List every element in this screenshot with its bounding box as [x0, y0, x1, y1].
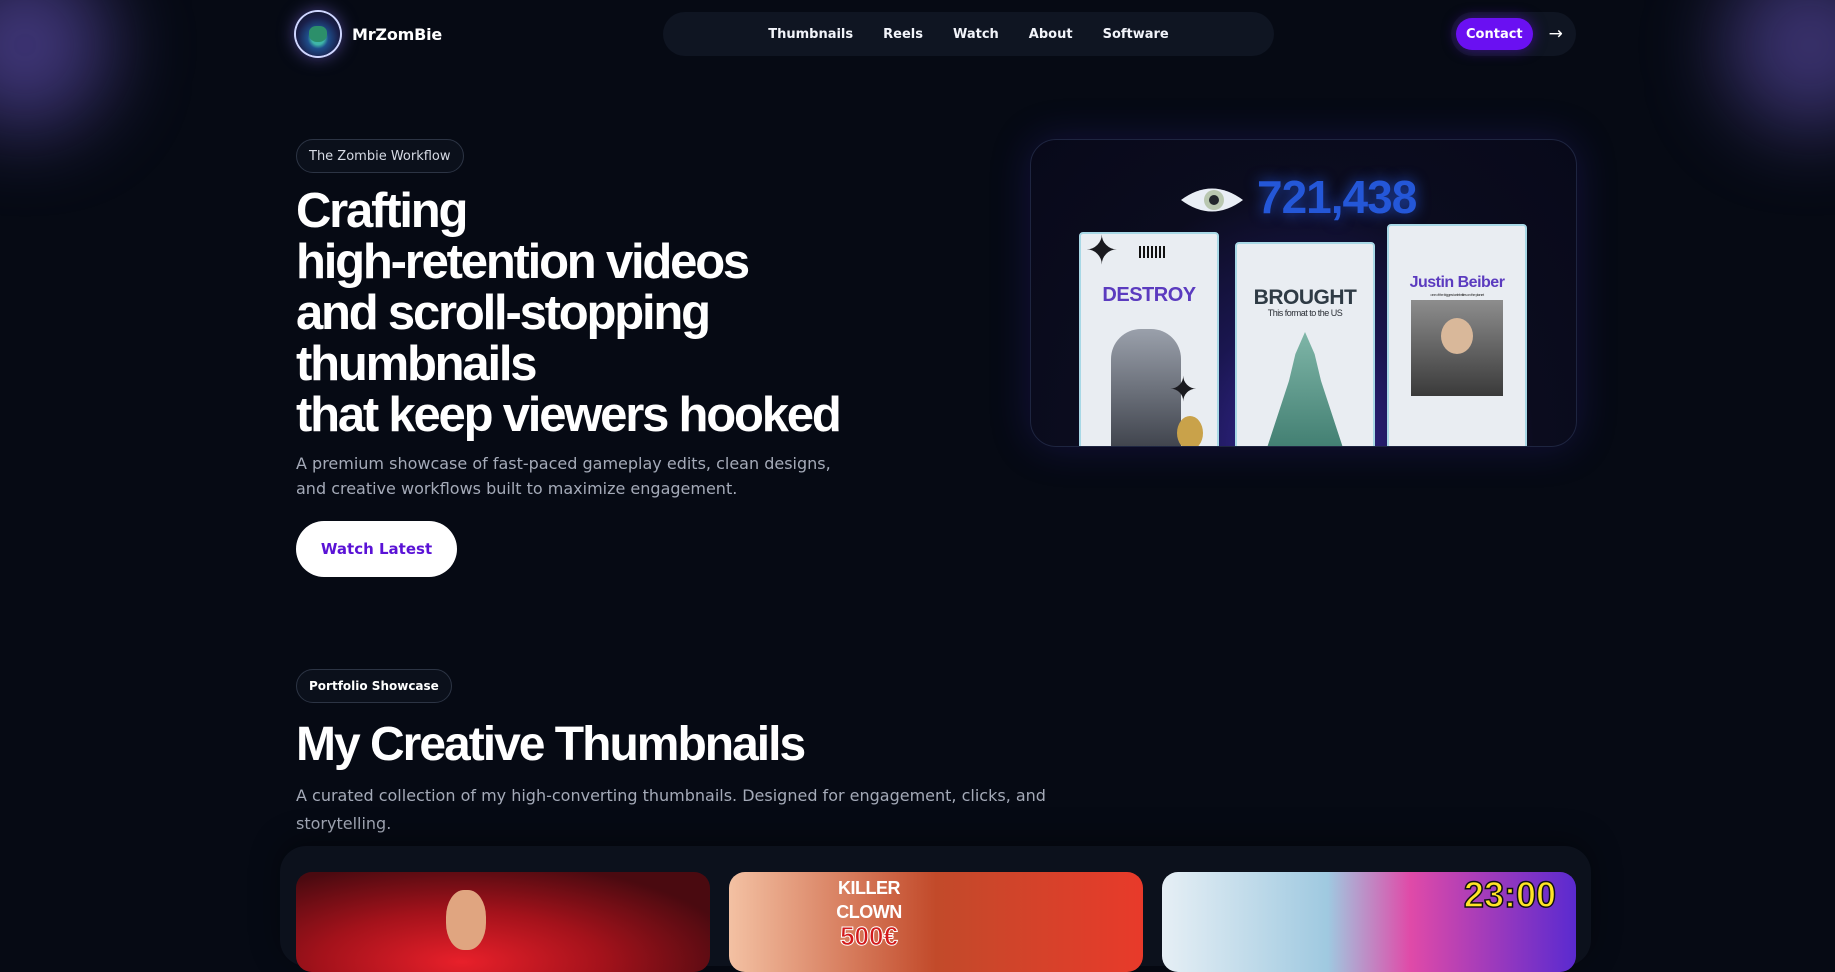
thumbnail-headline: DESTROY — [1102, 284, 1196, 306]
hero-title-line: and scroll-stopping — [296, 286, 711, 340]
hero-showcase-image: 721,438 ✦ DESTROY ✦ BROUGHT This format … — [1030, 139, 1577, 447]
hero-tag: The Zombie Workflow — [296, 139, 464, 173]
barcode-graphic — [1139, 246, 1167, 258]
thumbnail-card[interactable]: 23:00 — [1162, 872, 1576, 972]
avatar-logo — [296, 12, 340, 56]
eye-icon — [1181, 188, 1243, 212]
brand-link[interactable]: MrZomBie — [296, 10, 442, 58]
arrow-right-icon[interactable]: → — [1549, 24, 1563, 44]
nav-item-watch[interactable]: Watch — [953, 27, 999, 42]
nav-item-thumbnails[interactable]: Thumbnails — [768, 27, 853, 42]
contact-group: Contact → — [1451, 12, 1576, 56]
portfolio-tag: Portfolio Showcase — [296, 669, 452, 703]
hero-title-line: thumbnails — [296, 337, 538, 391]
main-nav: Thumbnails Reels Watch About Software — [663, 12, 1274, 56]
watch-latest-button[interactable]: Watch Latest — [296, 521, 457, 577]
hero-title-line: high-retention videos — [296, 235, 750, 289]
coin-graphic — [1177, 416, 1203, 446]
thumbnail-subline: one of the biggest celebrities on the pl… — [1430, 292, 1484, 297]
thumbnail-overlay-top: KILLER CLOWN — [836, 878, 902, 922]
thumbnail-overlay-text: KILLER CLOWN 500€ — [809, 876, 929, 951]
thumbnail-headline: Justin Beiber — [1409, 274, 1505, 291]
contact-button[interactable]: Contact — [1456, 18, 1533, 50]
star-icon: ✦ — [1085, 232, 1119, 274]
thumbnail-overlay-top: 23:00 — [1463, 873, 1557, 916]
nav-item-reels[interactable]: Reels — [883, 27, 923, 42]
portfolio-title: My Creative Thumbnails — [296, 718, 806, 771]
hero-title-line: that keep viewers hooked — [296, 388, 842, 442]
nav-item-about[interactable]: About — [1029, 27, 1073, 42]
thumbnail-headline: BROUGHT — [1253, 286, 1357, 309]
thumbnail-card[interactable] — [296, 872, 710, 972]
view-count: 721,438 — [1257, 171, 1417, 223]
portrait-photo — [1411, 300, 1503, 396]
brand-name: MrZomBie — [352, 24, 443, 44]
star-icon: ✦ — [1169, 370, 1198, 410]
thumbnail-card[interactable]: KILLER CLOWN 500€ — [729, 872, 1143, 972]
statue-of-liberty-graphic — [1265, 332, 1345, 446]
site-header: MrZomBie Thumbnails Reels Watch About So… — [0, 0, 1835, 68]
hero-title: Crafting high-retention videos and scrol… — [296, 186, 936, 441]
hero-description: A premium showcase of fast-paced gamepla… — [296, 454, 831, 498]
thumbnail-subline: This format to the US — [1267, 308, 1343, 318]
nav-item-software[interactable]: Software — [1103, 27, 1169, 42]
showcase-thumbnail-brought: BROUGHT This format to the US — [1235, 242, 1375, 446]
portfolio-description: A curated collection of my high-converti… — [296, 786, 1046, 833]
showcase-thumbnail-justin: Justin Beiber one of the biggest celebri… — [1387, 224, 1527, 446]
thumbnail-overlay-bottom: 500€ — [840, 921, 899, 951]
hero-title-line: Crafting — [296, 184, 468, 238]
showcase-thumbnail-destroy: ✦ DESTROY ✦ — [1079, 232, 1219, 446]
